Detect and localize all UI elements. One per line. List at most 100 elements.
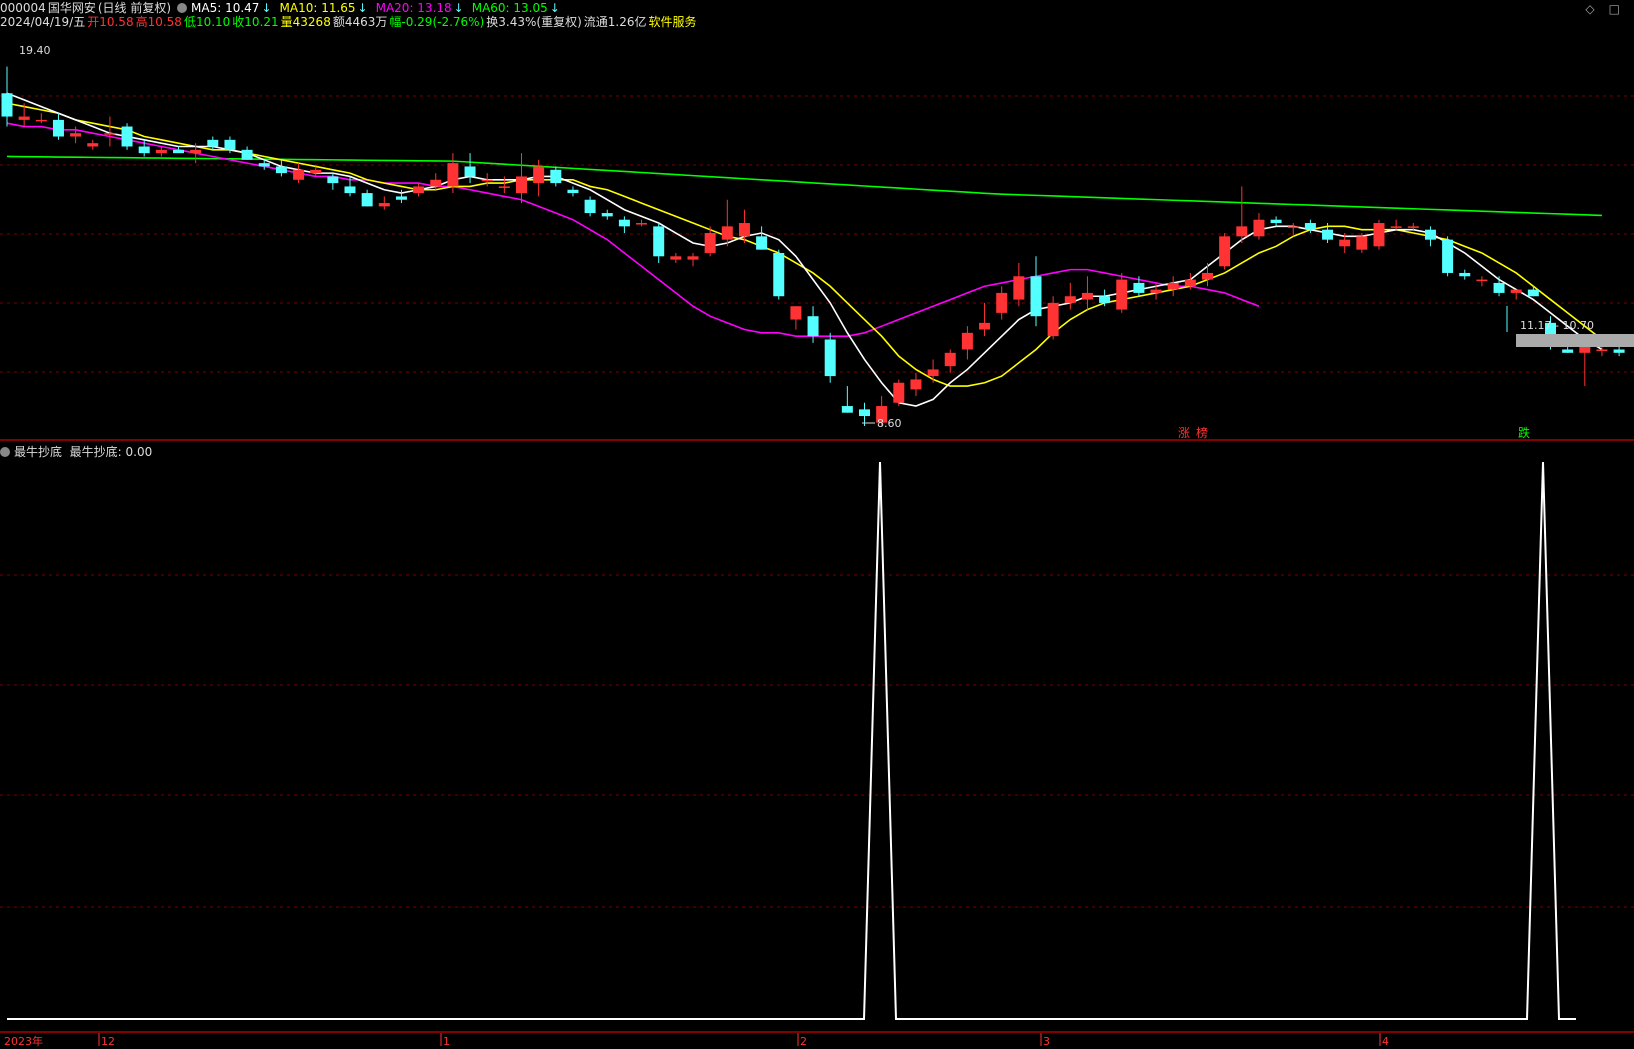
candle-body [1527, 289, 1539, 297]
candle-body [155, 149, 167, 154]
candle-body [207, 139, 219, 147]
candle-body [173, 149, 184, 154]
candle-body [533, 166, 545, 184]
candle-body [773, 252, 785, 297]
candle-body [1476, 279, 1488, 282]
open-value: 开10.58 [87, 15, 134, 29]
candle-body [481, 179, 493, 182]
candle-body [258, 163, 270, 167]
indicator-line [7, 461, 1576, 1020]
candle-body [1, 93, 13, 117]
candle-body [910, 379, 922, 390]
candle-body [979, 322, 991, 330]
high-price-label: 19.40 [19, 44, 51, 57]
candle-body [18, 116, 30, 120]
candle-body [1030, 276, 1042, 317]
indicator-title[interactable]: 最牛抄底 [14, 445, 62, 459]
candle-body [1047, 302, 1059, 337]
month-label: 1 [443, 1035, 450, 1048]
candle-body [601, 213, 613, 217]
candle-body [1184, 279, 1196, 287]
candle-body [1373, 223, 1385, 247]
ma20-line [6, 122, 1260, 337]
candle-body [516, 176, 527, 194]
month-label: 12 [101, 1035, 115, 1048]
change-value: 幅-0.29(-2.76%) [389, 15, 485, 29]
candle-body [310, 169, 322, 174]
candle-body [378, 203, 390, 207]
stock-name[interactable]: 国华网安 [48, 1, 96, 15]
month-label: 2 [800, 1035, 807, 1048]
layout-diamond-icon[interactable]: ◇ [1585, 2, 1594, 16]
candle-body [1424, 229, 1436, 240]
turnover-value: 换3.43%(重复权) [486, 15, 582, 29]
candle-body [87, 143, 99, 147]
candle-body [1202, 272, 1213, 280]
candle-body [944, 352, 956, 367]
down-tag: 跌 [1518, 425, 1530, 440]
candle-body [447, 163, 459, 187]
indicator-header: 最牛抄底 最牛抄底: 0.00 [0, 443, 152, 460]
candle-body [241, 149, 253, 160]
candle-body [1459, 272, 1471, 277]
maximize-square-icon[interactable]: □ [1609, 2, 1620, 16]
candle-body [1510, 289, 1522, 293]
candle-body [138, 146, 150, 154]
low-value: 低10.10 [183, 15, 231, 29]
ma5-line [6, 92, 1603, 407]
close-value: 收10.21 [232, 15, 279, 29]
candle-body [190, 149, 202, 154]
candle-body [1116, 279, 1128, 310]
ma20-label: MA20: 13.18 [375, 1, 452, 15]
candle-body [1099, 296, 1111, 303]
candle-body [1596, 349, 1608, 351]
candle-body [413, 186, 425, 194]
high-value: 高10.58 [135, 15, 182, 29]
candle-body [1442, 239, 1454, 273]
candle-body [1287, 226, 1299, 228]
candle-body [824, 339, 836, 377]
candle-body [807, 316, 819, 337]
candle-body [1064, 296, 1076, 303]
settings-toggle-icon[interactable] [177, 3, 188, 13]
candle-body [1270, 219, 1282, 224]
candle-body [344, 186, 356, 194]
candle-body [1219, 236, 1231, 267]
candle-body [1133, 282, 1145, 293]
candle-body [927, 369, 939, 377]
candle-body [687, 256, 699, 260]
candle-body [1339, 239, 1351, 247]
candle-body [70, 133, 82, 137]
stock-code[interactable]: 000004 [0, 1, 46, 15]
candle-body [996, 292, 1008, 313]
ma60-label: MA60: 13.05 [471, 1, 548, 15]
indicator-value: 最牛抄底: 0.00 [69, 445, 153, 459]
low-price-label: 8.60 [877, 417, 902, 430]
candle-body [1322, 229, 1334, 240]
month-label: 3 [1043, 1035, 1050, 1048]
indicator-toggle-icon[interactable] [0, 447, 10, 457]
chart-period[interactable]: (日线 前复权) [98, 1, 171, 15]
candle-body [1167, 282, 1179, 290]
up-tag: 涨 [1178, 425, 1190, 440]
candle-body [361, 193, 373, 207]
candle-body [1390, 226, 1402, 228]
candle-body [1493, 282, 1505, 293]
candle-body [550, 169, 562, 184]
quote-line-2: 2024/04/19/五 开10.58 高10.58 低10.10 收10.21 量432… [0, 15, 699, 29]
candle-body [1562, 349, 1574, 353]
candle-body [1150, 289, 1162, 293]
sector-link[interactable]: 软件服务 [649, 15, 697, 29]
price-range-box [1516, 334, 1634, 347]
ma5-label: MA5: 10.47 [191, 1, 260, 15]
ma10-label: MA10: 11.65 [279, 1, 356, 15]
candle-body [841, 406, 853, 413]
candle-body [275, 166, 287, 174]
ma5-arrow-icon: ↓ [261, 1, 272, 15]
candle-body [1236, 226, 1248, 237]
candle-body [893, 382, 905, 403]
candle-body [35, 119, 47, 122]
candle-body [1407, 226, 1419, 228]
candle-body [859, 409, 870, 417]
candle-body [1253, 219, 1265, 237]
